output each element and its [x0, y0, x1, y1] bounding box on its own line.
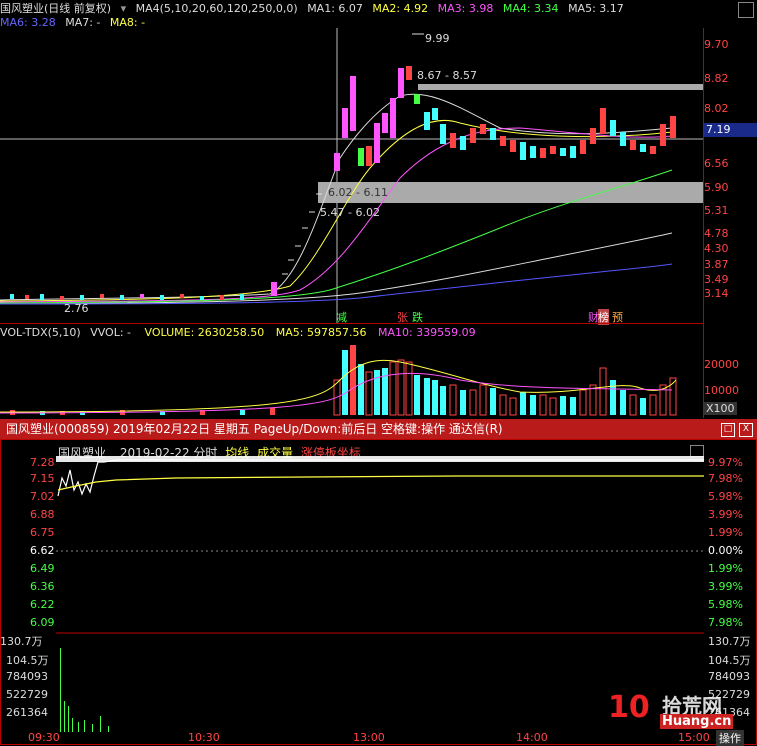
ivol-right-1: 104.5万 — [708, 654, 751, 667]
price-axis-5: 5.31 — [704, 204, 729, 217]
intraday-vol-bars — [60, 648, 109, 732]
price-axis-4: 5.90 — [704, 181, 729, 194]
vvol-label: VVOL: - — [90, 326, 132, 339]
volume-label: VOLUME: 2630258.50 — [144, 326, 265, 339]
intraday-chart[interactable] — [56, 456, 704, 732]
iprice-down-0: 6.49 — [30, 562, 55, 575]
kline-title[interactable]: 国风塑业(日线 前复权) — [0, 2, 111, 15]
gap-label-2: 6.02 - 6.11 — [328, 186, 388, 199]
ivol-left-2: 784093 — [6, 670, 48, 683]
iprice-down-1: 6.36 — [30, 580, 55, 593]
time-1300: 13:00 — [353, 731, 385, 744]
iprice-down-3: 6.09 — [30, 616, 55, 629]
ivol-right-0: 130.7万 — [708, 635, 751, 648]
ivol-right-2: 784093 — [708, 670, 750, 683]
price-axis-10: 3.14 — [704, 287, 729, 300]
close-button[interactable]: X — [739, 423, 753, 437]
limit-up-dashes — [282, 193, 322, 275]
time-1400: 14:00 — [516, 731, 548, 744]
time-1500: 15:00 — [678, 731, 710, 744]
ipct-up-0: 9.97% — [708, 456, 743, 469]
price-axis-6: 4.78 — [704, 227, 729, 240]
volume-axis-0: 20000 — [704, 358, 739, 371]
ivol-left-1: 104.5万 — [6, 654, 49, 667]
gap-label-1: 8.67 - 8.57 — [417, 69, 477, 82]
candles-early — [10, 282, 277, 300]
volume-header: VOL-TDX(5,10) VVOL: - VOLUME: 2630258.50… — [0, 326, 476, 339]
volume-chart[interactable] — [0, 340, 704, 416]
volume-ma10: MA10: 339559.09 — [377, 326, 476, 339]
time-1030: 10:30 — [188, 731, 220, 744]
watermark-number: 10 — [608, 690, 650, 725]
ma3-label: MA3: 3.98 — [437, 2, 494, 15]
ipct-down-2: 5.98% — [708, 598, 743, 611]
operate-button[interactable]: 操作 — [716, 730, 744, 746]
intraday-avg-line — [57, 475, 704, 491]
limit-up-band — [56, 456, 704, 462]
gap-band-1 — [418, 84, 704, 90]
ipct-up-4: 1.99% — [708, 526, 743, 539]
price-axis-7: 4.30 — [704, 242, 729, 255]
volume-axis-1: 10000 — [704, 384, 739, 397]
gap-label-3: 5.47 - 6.02 — [320, 206, 380, 219]
ipct-up-3: 3.99% — [708, 508, 743, 521]
price-axis-0: 9.70 — [704, 38, 729, 51]
ipct-up-1: 7.98% — [708, 472, 743, 485]
settings-box[interactable] — [738, 2, 754, 18]
ipct-mid: 0.00% — [708, 544, 743, 557]
maximize-button[interactable]: □ — [721, 423, 735, 437]
volume-divider — [0, 323, 704, 324]
volume-unit[interactable]: X100 — [704, 402, 737, 415]
time-0930: 09:30 — [28, 731, 60, 744]
price-axis-2: 8.02 — [704, 102, 729, 115]
volume-title[interactable]: VOL-TDX(5,10) — [0, 326, 81, 339]
ma2-label: MA2: 4.92 — [372, 2, 429, 15]
intraday-price-line — [57, 459, 704, 497]
ivol-left-4: 261364 — [6, 706, 48, 719]
iprice-down-2: 6.22 — [30, 598, 55, 611]
ma5-label: MA5: 3.17 — [568, 2, 624, 15]
candles-rally — [334, 66, 676, 171]
volume-bars-cyan — [40, 350, 646, 415]
current-price-tag: 7.19 — [704, 123, 757, 137]
ipct-down-1: 3.99% — [708, 580, 743, 593]
chevron-down-icon[interactable]: ▾ — [121, 2, 127, 15]
ma4-label: MA4: 3.34 — [502, 2, 559, 15]
ipct-down-3: 7.98% — [708, 616, 743, 629]
iprice-mid: 6.62 — [30, 544, 55, 557]
iprice-up-1: 7.15 — [30, 472, 55, 485]
watermark-logo: 10 拾荒网 Huang.cn — [608, 690, 748, 730]
price-axis-8: 3.87 — [704, 258, 729, 271]
price-axis-9: 3.49 — [704, 273, 729, 286]
ipct-down-0: 1.99% — [708, 562, 743, 575]
iprice-up-0: 7.28 — [30, 456, 55, 469]
ma-params[interactable]: MA4(5,10,20,60,120,250,0,0) — [136, 2, 298, 15]
ivol-left-3: 522729 — [6, 688, 48, 701]
high-label: 9.99 — [425, 32, 450, 45]
watermark-en: Huang.cn — [660, 714, 734, 729]
ma5-line — [0, 232, 673, 305]
price-axis-1: 8.82 — [704, 72, 729, 85]
intraday-titlebar[interactable]: 国风塑业(000859) 2019年02月22日 星期五 PageUp/Down… — [0, 419, 757, 439]
ivol-left-0: 130.7万 — [0, 635, 43, 648]
intraday-title: 国风塑业(000859) 2019年02月22日 星期五 PageUp/Down… — [6, 422, 503, 436]
ipct-up-2: 5.98% — [708, 490, 743, 503]
ma1-label: MA1: 6.07 — [307, 2, 363, 15]
iprice-up-3: 6.88 — [30, 508, 55, 521]
kline-chart[interactable] — [0, 28, 704, 324]
price-axis-3: 6.56 — [704, 157, 729, 170]
iprice-up-4: 6.75 — [30, 526, 55, 539]
volume-ma5: MA5: 597857.56 — [275, 326, 367, 339]
iprice-up-2: 7.02 — [30, 490, 55, 503]
low-label: 2.76 — [64, 302, 89, 315]
